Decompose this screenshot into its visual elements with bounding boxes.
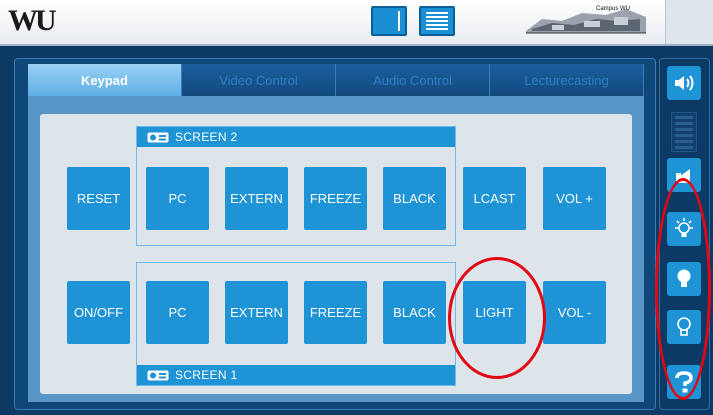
campus-label: Campus WU [596, 6, 631, 12]
screen1-label: SCREEN 1 [175, 368, 238, 382]
volume-up-button[interactable]: VOL + [543, 167, 606, 230]
screen2-black-button[interactable]: BLACK [383, 167, 446, 230]
power-button[interactable]: ON/OFF [67, 281, 130, 344]
speaker-button[interactable] [667, 66, 701, 100]
screen-icon [398, 11, 400, 31]
screen1-black-button[interactable]: BLACK [383, 281, 446, 344]
screen1-header: SCREEN 1 [137, 365, 455, 385]
reset-button[interactable]: RESET [67, 167, 130, 230]
tab-keypad[interactable]: Keypad [28, 64, 182, 96]
speaker-icon [675, 75, 694, 91]
screen2-freeze-button[interactable]: FREEZE [304, 167, 367, 230]
tab-video-control[interactable]: Video Control [182, 64, 336, 96]
top-right-panel [665, 0, 713, 44]
blinds-icon [426, 12, 448, 30]
tab-lecturecasting[interactable]: Lecturecasting [490, 64, 644, 96]
screen2-pc-button[interactable]: PC [146, 167, 209, 230]
screen1-pc-button[interactable]: PC [146, 281, 209, 344]
campus-building-image [526, 9, 646, 34]
screen2-extern-button[interactable]: EXTERN [225, 167, 288, 230]
screen1-extern-button[interactable]: EXTERN [225, 281, 288, 344]
screen2-header: SCREEN 2 [137, 127, 455, 147]
projector-icon [147, 370, 169, 380]
wu-logo: WU [8, 4, 57, 37]
screen1-freeze-button[interactable]: FREEZE [304, 281, 367, 344]
tab-audio-control[interactable]: Audio Control [336, 64, 490, 96]
screen-mode-button[interactable] [371, 6, 407, 36]
tab-bar: Keypad Video Control Audio Control Lectu… [28, 64, 644, 96]
highlight-ring-rail [655, 178, 711, 400]
volume-down-button[interactable]: VOL - [543, 281, 606, 344]
lcast-button[interactable]: LCAST [463, 167, 526, 230]
blinds-button[interactable] [419, 6, 455, 36]
projector-icon [147, 132, 169, 142]
volume-meter-icon [671, 112, 697, 152]
screen2-label: SCREEN 2 [175, 130, 238, 144]
highlight-ring-light [448, 257, 546, 379]
top-bar: WU Campus WU [0, 0, 713, 46]
